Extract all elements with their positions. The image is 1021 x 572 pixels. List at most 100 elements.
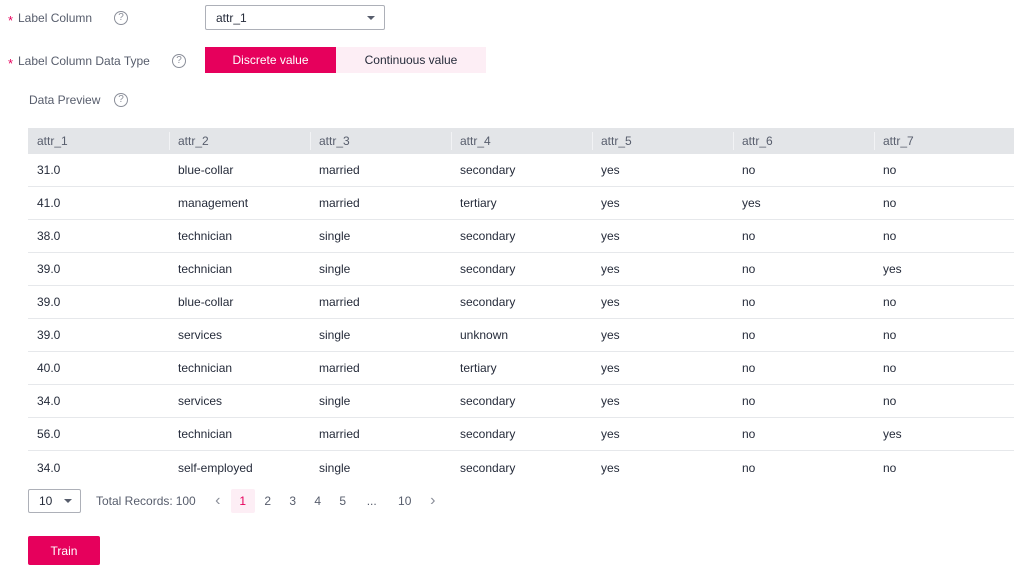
help-icon[interactable]: ?	[114, 11, 128, 25]
table-cell: technician	[178, 427, 233, 441]
table-cell: no	[742, 163, 756, 177]
page-3[interactable]: 3	[281, 489, 305, 513]
page-1[interactable]: 1	[230, 489, 255, 513]
table-cell: secondary	[460, 460, 516, 475]
help-icon[interactable]: ?	[172, 54, 186, 68]
page-size-select[interactable]: 10	[28, 489, 81, 513]
table-cell: married	[319, 163, 360, 177]
table-cell: no	[742, 229, 756, 243]
table-cell: yes	[601, 328, 620, 342]
label-column-label: Label Column	[18, 11, 93, 25]
table-cell: unknown	[460, 328, 509, 342]
table-header: attr_1 attr_2 attr_3 attr_4 attr_5 attr_6 attr…	[28, 128, 1014, 154]
label-type-row: * Label Column Data Type ?	[0, 50, 186, 72]
table-cell: secondary	[460, 427, 516, 441]
table-cell: no	[742, 427, 756, 441]
table-cell: single	[319, 328, 351, 342]
table-row: 41.0 management married tertiary yes yes no	[28, 187, 1014, 220]
table-cell: no	[883, 295, 897, 309]
page-10[interactable]: 10	[389, 489, 421, 513]
table-cell: tertiary	[460, 196, 497, 210]
help-icon[interactable]: ?	[114, 93, 128, 107]
required-mark: *	[7, 55, 13, 71]
table-body: 31.0 blue-collar married secondary yes no no 41…	[28, 154, 1014, 484]
table-cell: 40.0	[37, 361, 61, 375]
table-cell: married	[319, 295, 360, 309]
table-cell: 39.0	[37, 262, 61, 276]
table-cell: yes	[601, 163, 620, 177]
chevron-down-icon	[64, 499, 72, 503]
page-size-value: 10	[39, 494, 53, 508]
table-cell: 34.0	[37, 460, 61, 475]
table-row: 56.0 technician married secondary yes no yes	[28, 418, 1014, 451]
continuous-value-option[interactable]: Continuous value	[336, 47, 486, 73]
table-cell: no	[742, 328, 756, 342]
label-type-toggle: Discrete value Continuous value	[205, 47, 486, 73]
table-cell: single	[319, 262, 351, 276]
table-cell: no	[742, 394, 756, 408]
table-row: 39.0 services single unknown yes no no	[28, 319, 1014, 352]
discrete-value-option[interactable]: Discrete value	[205, 47, 336, 73]
table-row: 34.0 self-employed single secondary yes no no	[28, 451, 1014, 484]
table-cell: yes	[883, 427, 902, 441]
table-cell: tertiary	[460, 361, 497, 375]
total-records-label: Total Records:	[96, 494, 173, 508]
train-button[interactable]: Train	[28, 536, 100, 565]
table-row: 31.0 blue-collar married secondary yes no no	[28, 154, 1014, 187]
table-cell: blue-collar	[178, 295, 234, 309]
column-header-attr-2: attr_2	[169, 128, 310, 154]
table-cell: no	[883, 229, 897, 243]
required-mark: *	[7, 12, 13, 28]
label-column-value: attr_1	[216, 10, 247, 25]
table-cell: no	[742, 460, 756, 475]
table-cell: married	[319, 427, 360, 441]
data-preview-label: Data Preview	[29, 93, 101, 107]
table-cell: technician	[178, 229, 233, 243]
page-ellipsis[interactable]: ...	[356, 489, 388, 513]
table-cell: no	[883, 328, 897, 342]
table-row: 34.0 services single secondary yes no no	[28, 385, 1014, 418]
table-cell: 38.0	[37, 229, 61, 243]
table-cell: 56.0	[37, 427, 61, 441]
column-header-attr-4: attr_4	[451, 128, 592, 154]
page-4[interactable]: 4	[306, 489, 330, 513]
table-cell: yes	[601, 361, 620, 375]
label-type-label: Label Column Data Type	[18, 54, 150, 68]
table-cell: single	[319, 460, 351, 475]
column-header-attr-5: attr_5	[592, 128, 733, 154]
table-cell: no	[742, 295, 756, 309]
table-cell: services	[178, 328, 223, 342]
table-cell: no	[883, 196, 897, 210]
table-cell: blue-collar	[178, 163, 234, 177]
table-cell: yes	[601, 427, 620, 441]
label-column-select[interactable]: attr_1	[205, 5, 385, 30]
table-cell: no	[883, 163, 897, 177]
chevron-right-icon[interactable]: ›	[421, 489, 445, 513]
page-5[interactable]: 5	[331, 489, 355, 513]
column-header-attr-1: attr_1	[37, 134, 68, 148]
table-cell: yes	[742, 196, 761, 210]
column-header-attr-7: attr_7	[874, 128, 1014, 154]
chevron-left-icon[interactable]: ‹	[206, 489, 230, 513]
table-cell: yes	[601, 262, 620, 276]
table-cell: technician	[178, 262, 233, 276]
table-row: 38.0 technician single secondary yes no no	[28, 220, 1014, 253]
table-cell: married	[319, 361, 360, 375]
table-cell: no	[742, 262, 756, 276]
page-2[interactable]: 2	[256, 489, 280, 513]
page-list: 1 2 3 4 5... 10	[230, 489, 421, 513]
data-preview-table: attr_1 attr_2 attr_3 attr_4 attr_5 attr_6 attr…	[28, 128, 1014, 484]
table-cell: 39.0	[37, 295, 61, 309]
table-cell: yes	[601, 295, 620, 309]
table-cell: secondary	[460, 394, 516, 408]
table-row: 40.0 technician married tertiary yes no no	[28, 352, 1014, 385]
table-cell: no	[883, 394, 897, 408]
table-cell: yes	[883, 262, 902, 276]
column-header-attr-6: attr_6	[733, 128, 874, 154]
table-cell: technician	[178, 361, 233, 375]
table-cell: no	[883, 460, 897, 475]
table-cell: 39.0	[37, 328, 61, 342]
total-records: Total Records: 100	[96, 494, 196, 508]
label-column-row: * Label Column ?	[0, 8, 128, 28]
table-cell: single	[319, 229, 351, 243]
